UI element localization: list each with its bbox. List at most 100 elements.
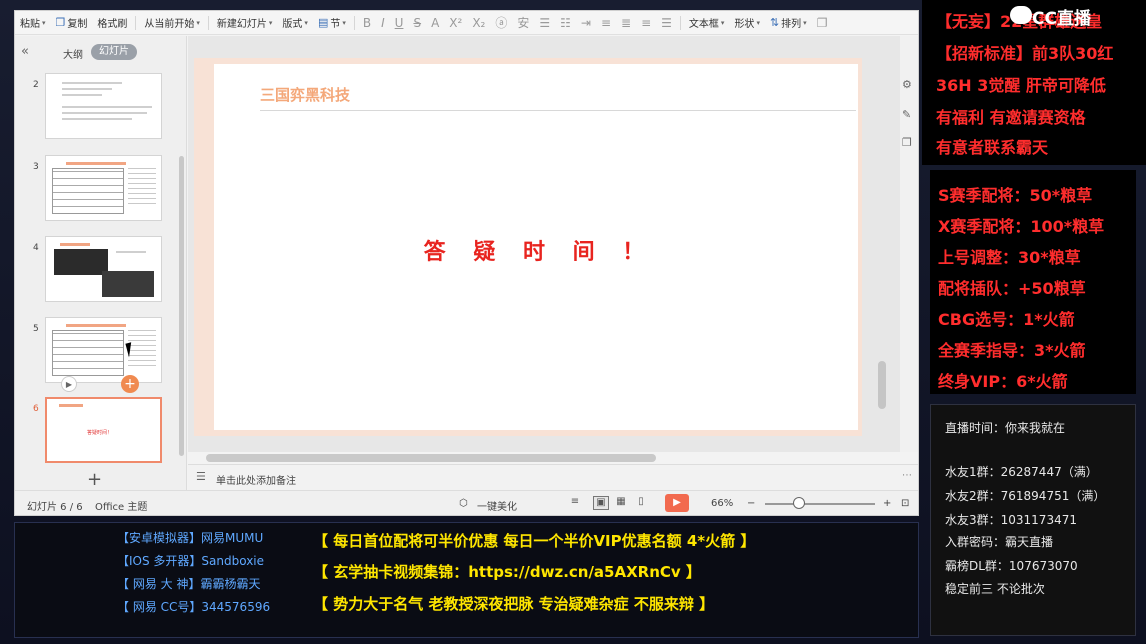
section-icon: ▤ [317,16,329,29]
slide-number: 3 [33,162,39,172]
price-item: 全赛季指导：3*火箭 [938,341,1086,360]
font-color-button[interactable]: A [426,16,444,30]
presentation-app-window: 粘贴 ▾ ❐ 复制 格式刷 从当前开始 ▾ 新建幻灯片 ▾ 版式 ▾ ▤ 节 ▾ B I U … [14,10,919,516]
theme-name: Office 主题 [95,502,148,513]
banner-line: 有意者联系霸天 [936,138,1049,157]
right-toolbar: ⚙ ✎ ❐ [900,36,918,452]
settings-slider-icon[interactable]: ⚙ [902,78,912,91]
info-line: 直播时间：你来我就在 [945,421,1066,435]
sorter-view-icon[interactable]: ▦ [613,496,629,510]
indent-icon[interactable]: ⇥ [576,16,596,30]
pin-icon[interactable]: ✎ [902,108,911,121]
zoom-slider-handle[interactable] [793,497,805,509]
tab-outline[interactable]: 大纲 [63,46,83,61]
arrange-button[interactable]: ⇅ 排列 ▾ [765,11,812,34]
underline-button[interactable]: U [390,16,409,30]
align-left-icon[interactable]: ≡ [596,16,616,30]
numbered-list-icon[interactable]: ☷ [555,16,576,30]
add-slide-icon[interactable]: + [121,375,139,393]
price-item: 终身VIP：6*火箭 [938,372,1068,391]
contact-line: 【 网易 大 神】霸霸杨霸天 [117,577,261,591]
textbox-button[interactable]: 文本框 ▾ [684,11,730,34]
info-line: 水友3群：1031173471 [945,513,1077,527]
stream-screen: 粘贴 ▾ ❐ 复制 格式刷 从当前开始 ▾ 新建幻灯片 ▾ 版式 ▾ ▤ 节 ▾ B I U … [0,0,1146,644]
normal-view-icon[interactable]: ▣ [593,496,609,510]
current-slide[interactable]: 三国弈黑科技 答 疑 时 间 ！ [194,58,862,436]
contact-line: 【IOS 多开器】Sandboxie [117,554,265,568]
add-slide-button[interactable]: + [87,469,102,490]
slide-thumbnail-5[interactable] [45,317,162,383]
italic-button[interactable]: I [376,16,390,30]
play-from-current-button[interactable]: 从当前开始 ▾ [139,11,205,34]
superscript-button[interactable]: X² [444,16,467,30]
slide-number: 4 [33,243,39,253]
notes-toggle-icon[interactable]: ≡ [567,496,583,510]
slide-thumbnail-4[interactable] [45,236,162,302]
format-painter-button[interactable]: 格式刷 [92,11,132,34]
info-line: 霸榜DL群：107673070 [945,559,1078,573]
zoom-out-icon[interactable]: − [747,498,755,509]
zoom-level[interactable]: 66% [711,498,733,509]
more-icon[interactable]: ❐ [812,16,833,30]
align-center-icon[interactable]: ≣ [616,16,636,30]
play-slide-icon[interactable]: ▶ [61,376,77,392]
info-line: 水友1群：26287447（满） [945,465,1098,479]
stream-info-panel: 直播时间：你来我就在 水友1群：26287447（满） 水友2群：7618947… [930,404,1136,636]
notes-icon: ☰ [196,470,206,483]
info-line: 入群密码：霸天直播 [945,535,1054,549]
beautify-icon: ⬡ [459,498,468,509]
notes-placeholder[interactable]: 单击此处添加备注 [216,472,296,487]
slide-counter: 幻灯片 6 / 6 [27,502,83,513]
ribbon-toolbar: 粘贴 ▾ ❐ 复制 格式刷 从当前开始 ▾ 新建幻灯片 ▾ 版式 ▾ ▤ 节 ▾ B I U … [15,11,918,35]
slide-thumbnail-6[interactable]: 答疑时间！ [45,397,162,463]
strikethrough-button[interactable]: S [408,16,426,30]
slide-number: 5 [33,324,39,334]
promo-line: 【 势力大于名气 老教授深夜把脉 专治疑难杂症 不服来辩 】 [313,595,715,613]
beautify-button[interactable]: 一键美化 [477,498,517,513]
section-button[interactable]: ▤ 节 ▾ [313,11,351,34]
canvas-vertical-scrollbar[interactable] [878,361,886,409]
align-right-icon[interactable]: ≡ [636,16,656,30]
canvas-horizontal-scrollbar[interactable] [206,454,656,462]
new-slide-button[interactable]: 新建幻灯片 ▾ [212,11,278,34]
promo-line: 【 玄学抽卡视频集锦：https://dwz.cn/a5AXRnCv 】 [313,563,701,581]
zoom-slider[interactable] [765,503,875,505]
reading-view-icon[interactable]: ▯ [633,496,649,510]
price-item: CBG选号：1*火箭 [938,310,1075,329]
copy-icon: ❐ [55,16,66,29]
slide-heading[interactable]: 答 疑 时 间 ！ [200,234,858,266]
thumbnail-text: 答疑时间！ [87,430,113,436]
tab-slides[interactable]: 幻灯片 [91,44,137,60]
slide-divider [260,110,856,111]
slide-company-name[interactable]: 三国弈黑科技 [260,84,350,105]
slideshow-button[interactable]: ▶ [665,494,689,512]
copy-slide-icon[interactable]: ❐ [902,136,912,149]
status-bar: 幻灯片 6 / 6 Office 主题 ⬡ 一键美化 ≡ ▣ ▦ ▯ ▶ 66%… [15,490,918,515]
price-item: S赛季配将：50*粮草 [938,186,1093,205]
subscript-button[interactable]: X₂ [467,16,490,30]
shape-button[interactable]: 形状 ▾ [729,11,765,34]
layout-button[interactable]: 版式 ▾ [277,11,313,34]
price-item: X赛季配将：100*粮草 [938,217,1105,236]
slide-canvas: 三国弈黑科技 答 疑 时 间 ！ [188,36,900,462]
slide-number: 6 [33,404,39,414]
fit-window-icon[interactable]: ⊡ [901,498,909,509]
paste-button[interactable]: 粘贴 ▾ [15,11,51,34]
collapse-panel-icon[interactable]: « [21,44,29,59]
more-dots-icon[interactable]: ⋯ [902,470,912,481]
info-line: 稳定前三 不论批次 [945,582,1045,596]
bold-button[interactable]: B [358,16,376,30]
justify-icon[interactable]: ☰ [656,16,677,30]
info-line: 水友2群：761894751（满） [945,489,1106,503]
notes-bar[interactable]: ☰ 单击此处添加备注 ⋯ [188,464,918,490]
list-icon[interactable]: ☰ [534,16,555,30]
cc-live-logo: CC直播 [1032,9,1091,29]
zoom-in-icon[interactable]: + [883,498,891,509]
char-spacing-button[interactable]: 安 [512,14,534,31]
cc-logo-icon [1010,6,1032,24]
slide-thumbnail-3[interactable] [45,155,162,221]
copy-button[interactable]: ❐ 复制 [51,11,93,34]
slide-thumbnail-2[interactable] [45,73,162,139]
panel-scrollbar[interactable] [179,156,184,456]
clear-format-button[interactable]: ⓐ [490,14,512,31]
